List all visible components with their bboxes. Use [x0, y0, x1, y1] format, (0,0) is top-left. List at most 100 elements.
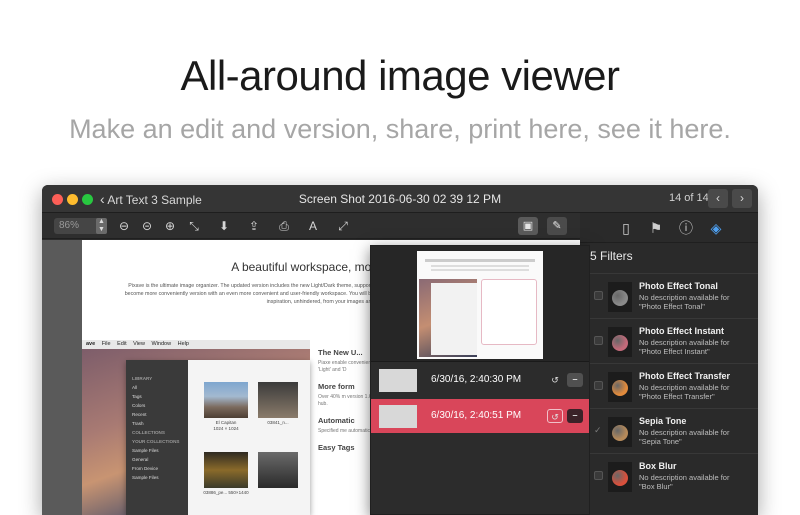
thumbnail-caption: El Capitan 1024 × 1024 — [213, 420, 239, 431]
text-icon: A — [308, 219, 317, 233]
filter-preview — [608, 462, 632, 492]
main-toolbar: 86% ▲ ▼ ⊖ ⊝ ⊕ ⤡ ⬇ ⇪ ⎙ A ⤢ ▣ ✎ — [42, 213, 580, 239]
checkmark-icon: ✓ — [594, 425, 602, 435]
thumbnail-caption: 03886_pe... 550×1440 — [203, 490, 249, 495]
next-image-button[interactable]: › — [732, 189, 752, 208]
embedded-screenshot: ave File Edit View Window Help LIBRARY A… — [82, 340, 310, 515]
filter-name: Photo Effect Transfer — [639, 371, 731, 381]
filter-checkbox[interactable] — [594, 291, 603, 300]
subheadline: Make an edit and version, share, print h… — [69, 114, 731, 144]
filter-checkbox[interactable] — [594, 471, 603, 480]
expand-icon: ⤢ — [338, 219, 348, 233]
info-icon: ⓘ — [679, 220, 693, 236]
restore-icon: ↺ — [551, 375, 559, 385]
tab-filters[interactable]: ◈ — [706, 218, 726, 238]
filter-preview — [608, 327, 632, 357]
filter-checkbox[interactable] — [594, 381, 603, 390]
minus-icon: – — [572, 410, 578, 420]
version-preview — [371, 246, 589, 362]
zoom-stepper[interactable]: ▲ ▼ — [96, 218, 107, 234]
embedded-window: LIBRARY All Tags Colors Recent Trash COL… — [126, 360, 310, 515]
filter-name: Photo Effect Tonal — [639, 281, 718, 291]
remove-version-button[interactable]: – — [567, 373, 583, 387]
version-preview-image — [417, 251, 543, 359]
actual-size-button[interactable]: ⊝ — [138, 217, 156, 235]
filter-item[interactable]: Photo Effect Tonal No description availa… — [590, 273, 758, 318]
filter-preview — [608, 372, 632, 402]
filter-item[interactable]: Photo Effect Instant No description avai… — [590, 318, 758, 363]
filter-item[interactable]: Photo Effect Transfer No description ava… — [590, 363, 758, 408]
version-thumbnail — [379, 369, 417, 392]
version-date: 6/30/16, 2:40:30 PM — [431, 374, 522, 385]
thumbnail — [258, 382, 298, 418]
filter-preview — [608, 417, 632, 447]
version-row-selected[interactable]: 6/30/16, 2:40:51 PM ↺ – — [371, 399, 589, 433]
apple-thumbnail — [612, 290, 628, 306]
filter-item[interactable]: ✓ Sepia Tone No description available fo… — [590, 408, 758, 453]
previous-image-button[interactable]: ‹ — [708, 189, 728, 208]
chevron-right-icon: › — [740, 191, 744, 205]
apple-thumbnail — [612, 335, 628, 351]
filters-title: 5 Filters — [590, 249, 633, 263]
document-icon: ▯ — [622, 220, 630, 236]
share-button[interactable]: ⇪ — [245, 217, 263, 235]
embedded-sidebar: LIBRARY All Tags Colors Recent Trash COL… — [126, 360, 188, 515]
feature-list: The New U... Piaxe enable conveniently '… — [318, 348, 377, 452]
layers-icon: ◈ — [710, 220, 722, 236]
filter-checkbox[interactable] — [594, 336, 603, 345]
filter-name: Box Blur — [639, 461, 677, 471]
shrink-icon: ⤡ — [189, 219, 199, 233]
tab-bookmarks[interactable]: ⚑ — [646, 218, 666, 238]
import-button[interactable]: ⬇ — [215, 217, 233, 235]
apple-thumbnail — [612, 380, 628, 396]
zoom-in-button[interactable]: ⊕ — [161, 217, 179, 235]
restore-icon: ↺ — [551, 412, 559, 422]
filter-preview — [608, 282, 632, 312]
versions-button[interactable]: ▣ — [518, 217, 538, 235]
restore-version-button[interactable]: ↺ — [547, 409, 563, 423]
filter-description: No description available for "Photo Effec… — [639, 293, 730, 311]
fullscreen-button[interactable]: ⤢ — [334, 217, 352, 235]
filter-description: No description available for "Photo Effec… — [639, 338, 730, 356]
filter-name: Sepia Tone — [639, 416, 687, 426]
text-recognition-button[interactable]: A — [304, 217, 322, 235]
bookmark-icon: ⚑ — [649, 220, 663, 236]
window-title: Screen Shot 2016-06-30 02 39 12 PM — [298, 192, 502, 206]
title-bar: ‹ Art Text 3 Sample Screen Shot 2016-06-… — [42, 185, 758, 213]
thumbnail-caption: 03841_n... — [267, 420, 289, 425]
import-icon: ⬇ — [218, 219, 230, 233]
version-thumbnail — [379, 405, 417, 428]
thumbnail — [204, 452, 248, 488]
versions-popover: 6/30/16, 2:40:30 PM ↺ – 6/30/16, 2:40:51… — [370, 245, 590, 515]
image-counter: 14 of 14 — [669, 192, 709, 204]
thumbnail — [204, 382, 248, 418]
magnifier-icon: ⊝ — [141, 219, 153, 233]
edit-button[interactable]: ✎ — [547, 217, 567, 235]
filter-item[interactable]: Box Blur No description available for "Bo… — [590, 453, 758, 498]
remove-version-button[interactable]: – — [567, 409, 583, 423]
inspector-tabs: ▯ ⚑ ⓘ ◈ — [580, 213, 758, 243]
print-icon: ⎙ — [279, 219, 289, 233]
zoom-in-icon: ⊕ — [164, 219, 176, 233]
thumbnail — [258, 452, 298, 488]
archive-box-icon: ▣ — [522, 220, 534, 232]
version-date: 6/30/16, 2:40:51 PM — [431, 410, 522, 421]
fit-button[interactable]: ⤡ — [185, 217, 203, 235]
embedded-menubar: ave File Edit View Window Help — [82, 340, 310, 349]
version-row[interactable]: 6/30/16, 2:40:30 PM ↺ – — [371, 363, 589, 397]
share-icon: ⇪ — [248, 219, 260, 233]
filter-checkbox[interactable]: ✓ — [594, 426, 603, 435]
filters-panel: 5 Filters Photo Effect Tonal No descript… — [590, 243, 758, 515]
print-button[interactable]: ⎙ — [275, 217, 293, 235]
filter-description: No description available for "Photo Effec… — [639, 383, 730, 401]
pencil-icon: ✎ — [552, 220, 562, 232]
restore-version-button[interactable]: ↺ — [547, 373, 563, 387]
minus-icon: – — [572, 374, 578, 384]
zoom-out-button[interactable]: ⊖ — [115, 217, 133, 235]
filter-description: No description available for "Sepia Tone" — [639, 428, 730, 446]
headline: All-around image viewer — [180, 52, 620, 99]
app-window: ‹ Art Text 3 Sample Screen Shot 2016-06-… — [42, 185, 758, 515]
tab-info[interactable]: ⓘ — [676, 218, 696, 238]
tab-info-document[interactable]: ▯ — [616, 218, 636, 238]
filter-name: Photo Effect Instant — [639, 326, 724, 336]
